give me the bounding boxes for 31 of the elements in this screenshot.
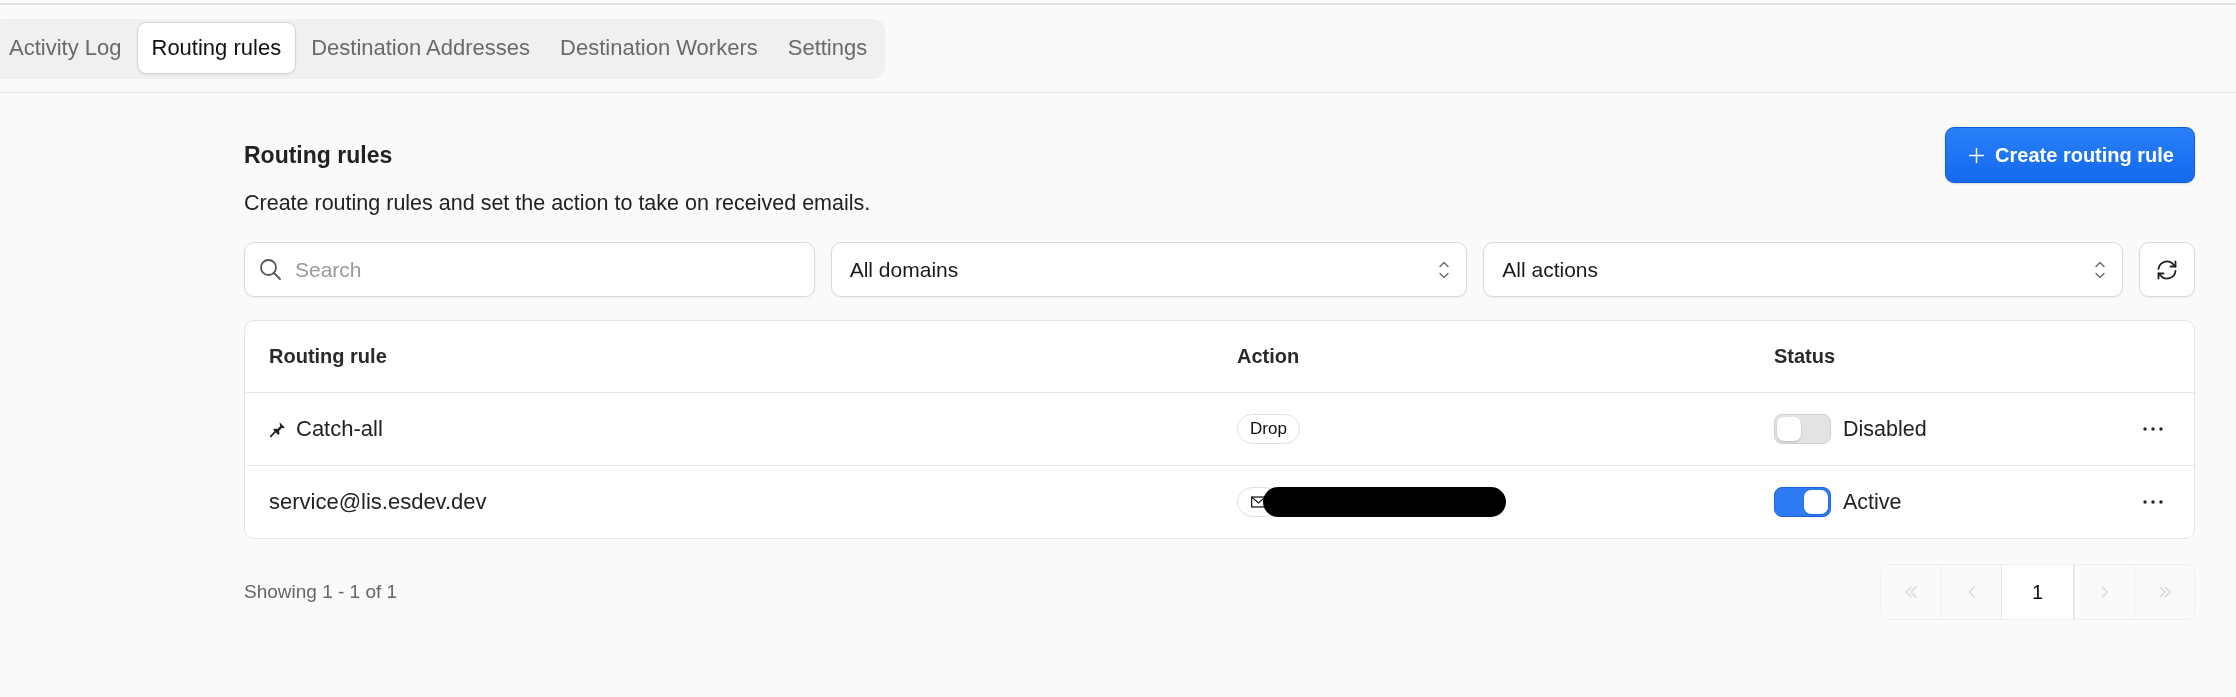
column-header: Action	[1236, 345, 1301, 368]
refresh-button[interactable]	[2139, 242, 2195, 297]
create-routing-rule-button[interactable]: Create routing rule	[1945, 127, 2195, 183]
more-icon	[2142, 427, 2163, 431]
search-icon	[258, 257, 282, 281]
tab[interactable]: Destination Workers	[545, 22, 773, 74]
rule-name: Catch-all	[296, 416, 383, 442]
search-field[interactable]: Search	[244, 242, 815, 297]
page-description: Create routing rules and set the action to take on received emails.	[244, 190, 871, 216]
column-header: Routing rule	[268, 345, 388, 368]
tab[interactable]: Routing rules	[136, 22, 297, 74]
page-button[interactable]: 1	[2001, 565, 2074, 619]
page-title: Routing rules	[244, 141, 394, 170]
domain-select[interactable]: All domains	[830, 242, 1468, 297]
double-chevron-left-icon	[1903, 584, 1919, 600]
more-icon	[2142, 500, 2163, 504]
chevron-up-down-icon	[2094, 259, 2106, 280]
action-select[interactable]: All actions	[1483, 242, 2123, 297]
column-header: Status	[1773, 345, 1837, 368]
status-label: Active	[1843, 489, 1902, 515]
plus-icon	[1968, 146, 1986, 164]
tab[interactable]: Destination Addresses	[296, 22, 546, 74]
tab[interactable]: Activity Log	[0, 22, 137, 74]
status-toggle[interactable]	[1774, 487, 1831, 517]
results-summary: Showing 1 - 1 of 1	[244, 581, 398, 603]
rule-name: service@lis.esdev.dev	[269, 489, 487, 515]
action-badge: Drop	[1237, 414, 1300, 444]
chevron-up-down-icon	[1438, 259, 1451, 280]
tab[interactable]: Settings	[772, 22, 883, 74]
refresh-icon	[2155, 257, 2179, 282]
status-label: Disabled	[1843, 416, 1927, 442]
